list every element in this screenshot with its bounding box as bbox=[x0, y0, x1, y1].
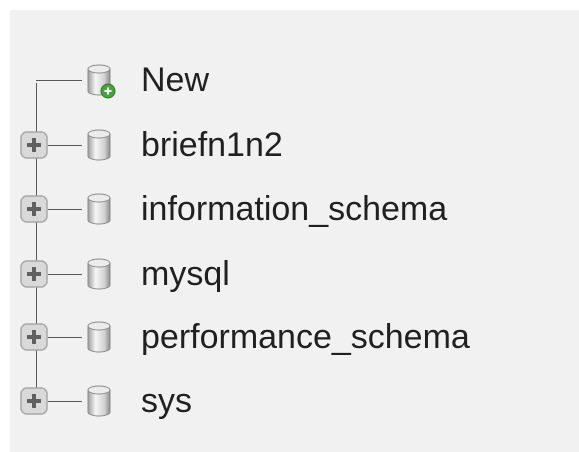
database-new-icon bbox=[87, 64, 116, 99]
database-navigation-panel: New briefn1n2 information_schema mysql p… bbox=[10, 10, 579, 452]
database-icon bbox=[87, 385, 111, 417]
database-icon bbox=[87, 321, 111, 353]
database-icon bbox=[87, 258, 111, 290]
tree-item-database-mysql[interactable]: mysql bbox=[10, 250, 579, 298]
tree-item-label: sys bbox=[141, 382, 192, 420]
database-tree: New briefn1n2 information_schema mysql p… bbox=[10, 10, 579, 452]
tree-item-database-briefn1n2[interactable]: briefn1n2 bbox=[10, 121, 579, 169]
tree-item-label: New bbox=[141, 61, 210, 99]
tree-connector bbox=[48, 274, 82, 275]
tree-connector bbox=[48, 209, 82, 210]
tree-item-label: mysql bbox=[141, 255, 230, 293]
tree-connector bbox=[48, 337, 82, 338]
database-icon bbox=[87, 193, 111, 225]
database-icon bbox=[87, 129, 111, 161]
tree-connector bbox=[36, 80, 82, 81]
plus-icon[interactable] bbox=[20, 323, 48, 351]
tree-connector bbox=[48, 401, 82, 402]
tree-item-label: information_schema bbox=[141, 190, 448, 228]
tree-connector bbox=[48, 145, 82, 146]
plus-icon[interactable] bbox=[20, 387, 48, 415]
plus-icon[interactable] bbox=[20, 260, 48, 288]
tree-item-database-performance-schema[interactable]: performance_schema bbox=[10, 313, 579, 361]
plus-icon[interactable] bbox=[20, 131, 48, 159]
plus-icon[interactable] bbox=[20, 195, 48, 223]
tree-item-new[interactable]: New bbox=[10, 56, 579, 104]
tree-item-database-sys[interactable]: sys bbox=[10, 377, 579, 425]
tree-item-label: performance_schema bbox=[141, 318, 470, 356]
tree-item-label: briefn1n2 bbox=[141, 126, 283, 164]
tree-item-database-information-schema[interactable]: information_schema bbox=[10, 185, 579, 233]
